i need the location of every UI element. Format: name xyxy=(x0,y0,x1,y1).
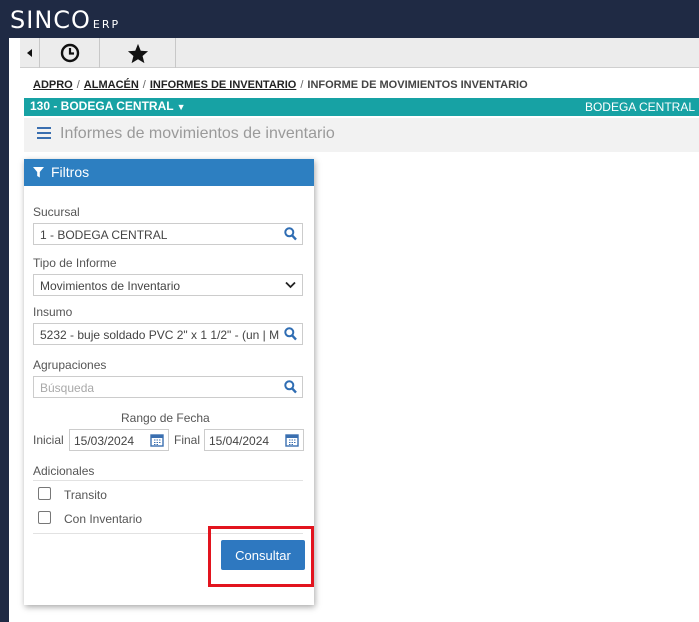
branch-name: BODEGA CENTRAL xyxy=(584,100,695,114)
chevron-down-icon xyxy=(285,281,296,289)
search-icon[interactable] xyxy=(284,380,297,394)
branch-selector[interactable]: 130 - BODEGA CENTRAL ▼ xyxy=(30,99,186,113)
breadcrumb-current: INFORME DE MOVIMIENTOS INVENTARIO xyxy=(307,79,528,91)
logo-main: SINCO xyxy=(10,6,91,34)
quick-toolbar xyxy=(20,38,699,68)
page-title-bar: Informes de movimientos de inventario xyxy=(24,118,699,152)
fecha-final-value: 15/04/2024 xyxy=(209,434,270,448)
menu-icon[interactable] xyxy=(37,127,51,139)
sucursal-label: Sucursal xyxy=(33,205,80,219)
insumo-value: 5232 - buje soldado PVC 2" x 1 1/2" - (u… xyxy=(40,328,280,342)
insumo-field[interactable]: 5232 - buje soldado PVC 2" x 1 1/2" - (u… xyxy=(33,323,303,345)
agrupaciones-placeholder: Búsqueda xyxy=(40,381,95,395)
search-icon[interactable] xyxy=(284,327,297,341)
agrupaciones-label: Agrupaciones xyxy=(33,358,107,372)
logo-suffix: ERP xyxy=(92,18,121,31)
filters-title: Filtros xyxy=(51,164,90,180)
con-inventario-label[interactable]: Con Inventario xyxy=(64,512,142,526)
clock-icon xyxy=(60,43,79,63)
logo[interactable]: SINCO ERP xyxy=(10,6,120,34)
fecha-inicial-label: Inicial xyxy=(33,433,64,447)
calendar-icon[interactable] xyxy=(150,433,164,447)
rango-fecha-label: Rango de Fecha xyxy=(121,411,210,425)
breadcrumb-separator: / xyxy=(76,79,80,91)
fecha-inicial-input[interactable]: 15/03/2024 xyxy=(69,429,169,451)
left-sidebar-strip xyxy=(0,0,9,622)
agrupaciones-field[interactable]: Búsqueda xyxy=(33,376,303,398)
calendar-icon[interactable] xyxy=(285,433,299,447)
fecha-final-input[interactable]: 15/04/2024 xyxy=(204,429,304,451)
tipo-informe-value: Movimientos de Inventario xyxy=(40,279,181,293)
breadcrumb-separator: / xyxy=(300,79,304,91)
transito-label[interactable]: Transito xyxy=(64,488,107,502)
branch-bar: 130 - BODEGA CENTRAL ▼ BODEGA CENTRAL xyxy=(24,98,699,116)
tipo-informe-select[interactable]: Movimientos de Inventario xyxy=(33,274,303,296)
page-title: Informes de movimientos de inventario xyxy=(60,125,335,142)
transito-checkbox[interactable] xyxy=(38,487,51,500)
sucursal-field[interactable]: 1 - BODEGA CENTRAL xyxy=(33,223,303,245)
branch-selector-label: 130 - BODEGA CENTRAL xyxy=(30,99,174,113)
fecha-inicial-value: 15/03/2024 xyxy=(74,434,135,448)
breadcrumb-item-adpro[interactable]: ADPRO xyxy=(33,79,73,91)
top-header: SINCO ERP xyxy=(0,0,699,38)
fecha-final-label: Final xyxy=(174,433,201,447)
breadcrumb-item-informes[interactable]: INFORMES DE INVENTARIO xyxy=(150,79,296,91)
breadcrumb: ADPRO / ALMACÉN / INFORMES DE INVENTARIO / INF… xyxy=(33,79,528,91)
highlight-box xyxy=(208,526,314,587)
caret-down-icon: ▼ xyxy=(176,102,186,112)
tipo-informe-label: Tipo de Informe xyxy=(33,256,117,270)
app-root: SINCO ERP ADPRO / ALMACÉN / INFORMES DE INVEN… xyxy=(0,0,699,622)
star-icon xyxy=(127,43,148,63)
sucursal-value: 1 - BODEGA CENTRAL xyxy=(40,228,168,242)
breadcrumb-separator: / xyxy=(142,79,146,91)
breadcrumb-item-almacen[interactable]: ALMACÉN xyxy=(84,79,139,91)
search-icon[interactable] xyxy=(284,227,297,241)
favorites-button[interactable] xyxy=(100,38,176,68)
insumo-label: Insumo xyxy=(33,305,73,319)
funnel-icon xyxy=(33,167,44,178)
filters-header[interactable]: Filtros xyxy=(24,159,314,186)
recent-button[interactable] xyxy=(40,38,100,68)
adicionales-label: Adicionales xyxy=(33,464,95,478)
collapse-sidebar-button[interactable] xyxy=(20,38,40,68)
caret-left-icon xyxy=(26,49,32,57)
con-inventario-checkbox[interactable] xyxy=(38,511,51,524)
adicionales-divider xyxy=(33,480,303,481)
